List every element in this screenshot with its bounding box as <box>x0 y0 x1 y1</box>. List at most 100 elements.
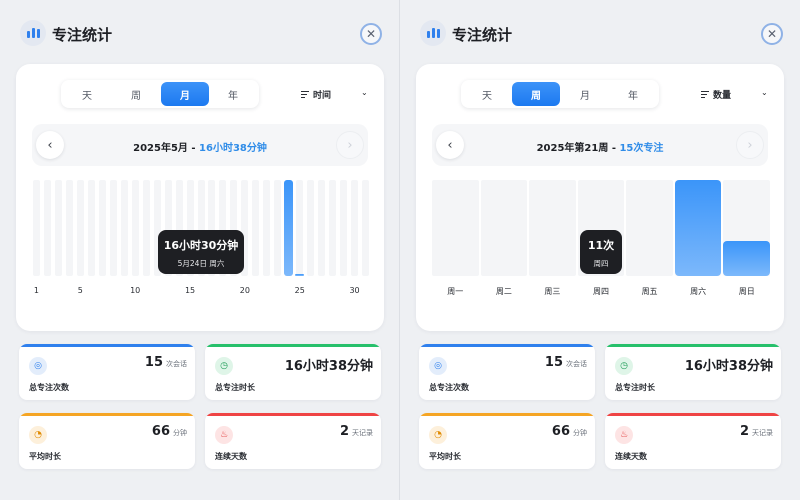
x-tick-label: 15 <box>184 286 196 295</box>
panel-title: 专注统计 <box>452 26 513 44</box>
day-bar[interactable] <box>295 274 305 276</box>
tab-month[interactable]: 月 <box>561 82 609 106</box>
chevron-right-icon: › <box>347 137 353 153</box>
day-column[interactable] <box>65 180 73 276</box>
weekday-column[interactable] <box>626 180 673 276</box>
next-period-button[interactable]: › <box>736 131 764 159</box>
x-tick-label: 周三 <box>544 287 561 296</box>
tooltip-date: 周四 <box>593 259 609 268</box>
x-tick-label: 周六 <box>690 287 707 296</box>
day-column[interactable] <box>120 180 128 276</box>
tab-week[interactable]: 周 <box>512 82 560 106</box>
day-column[interactable] <box>351 180 359 276</box>
tab-day[interactable]: 天 <box>463 82 511 106</box>
period-navigator: ‹ 2025年第21周 - 15次专注 › <box>432 124 768 166</box>
stat-card-average: ◔ 66 分钟 平均时长 <box>19 413 195 469</box>
bar-tooltip: 16小时30分钟 5月24日 周六 <box>158 230 244 274</box>
next-period-button[interactable]: › <box>336 131 364 159</box>
day-column[interactable] <box>329 180 337 276</box>
period-title: 2025年第21周 - 15次专注 <box>432 139 768 154</box>
tab-week[interactable]: 周 <box>112 82 160 106</box>
day-column[interactable] <box>109 180 117 276</box>
x-tick-label: 周二 <box>495 287 512 296</box>
period-label: 2025年5月 <box>133 143 188 154</box>
stat-card-average: ◔ 66 分钟 平均时长 <box>419 413 595 469</box>
tab-day[interactable]: 天 <box>63 82 111 106</box>
chevron-right-icon: › <box>747 137 753 153</box>
x-tick-label: 10 <box>130 286 141 295</box>
clock-icon: ◷ <box>215 357 233 375</box>
stat-value: 2 <box>339 424 349 439</box>
day-column[interactable] <box>263 180 271 276</box>
metric-label: 数量 <box>713 91 732 101</box>
day-column[interactable] <box>87 180 95 276</box>
close-button[interactable]: ✕ <box>360 23 382 45</box>
chart-card: 天 周 月 年 数量 ⌄ ‹ 2025年第21周 - 15次专注 › 周一 周二 周… <box>416 64 784 331</box>
tab-year[interactable]: 年 <box>609 82 657 106</box>
weekday-column[interactable] <box>432 180 479 276</box>
tab-month[interactable]: 月 <box>161 82 209 106</box>
x-tick-label: 周日 <box>738 287 755 296</box>
x-tick-label: 1 <box>33 286 40 295</box>
tooltip-date: 5月24日 周六 <box>177 259 225 268</box>
day-bar[interactable] <box>284 180 294 276</box>
day-column[interactable] <box>274 180 282 276</box>
stat-unit: 次会话 <box>566 360 587 368</box>
stat-label: 总专注次数 <box>29 383 69 392</box>
weekday-bar[interactable] <box>674 180 722 276</box>
metric-dropdown[interactable]: 时间 <box>301 88 331 101</box>
day-column[interactable] <box>362 180 370 276</box>
clock-icon: ◷ <box>615 357 633 375</box>
stat-value: 16小时38分钟 <box>684 359 773 374</box>
x-tick-label: 20 <box>239 286 250 295</box>
day-column[interactable] <box>98 180 106 276</box>
stat-label: 总专注时长 <box>615 383 655 392</box>
period-summary: 15次专注 <box>619 143 664 154</box>
chevron-down-icon[interactable]: ⌄ <box>361 88 368 97</box>
stat-unit: 分钟 <box>573 429 587 437</box>
panel-title: 专注统计 <box>52 26 113 44</box>
range-segmented-control: 天 周 月 年 <box>61 80 259 108</box>
sort-lines-icon <box>301 91 309 98</box>
stat-card-streak: ♨ 2 天记录 连续天数 <box>605 413 781 469</box>
day-column[interactable] <box>76 180 84 276</box>
day-column[interactable] <box>318 180 326 276</box>
stat-card-streak: ♨ 2 天记录 连续天数 <box>205 413 381 469</box>
range-segmented-control: 天 周 月 年 <box>461 80 659 108</box>
flame-icon: ♨ <box>615 426 633 444</box>
day-column[interactable] <box>131 180 139 276</box>
weekday-bar[interactable] <box>723 241 770 276</box>
stat-label: 平均时长 <box>29 452 61 461</box>
x-tick-label: 5 <box>77 286 83 295</box>
stat-value: 15 <box>144 355 163 370</box>
weekday-column[interactable] <box>480 180 528 276</box>
stat-label: 连续天数 <box>615 452 647 461</box>
stat-unit: 分钟 <box>173 429 187 437</box>
stat-unit: 次会话 <box>166 360 187 368</box>
chevron-down-icon[interactable]: ⌄ <box>761 88 768 97</box>
tab-year[interactable]: 年 <box>209 82 257 106</box>
weekday-column[interactable] <box>529 180 576 276</box>
day-column[interactable] <box>340 180 348 276</box>
day-column[interactable] <box>32 180 40 276</box>
stat-value: 66 <box>551 424 570 439</box>
x-tick-label: 30 <box>349 286 360 295</box>
day-column[interactable] <box>142 180 150 276</box>
bar-tooltip: 11次 周四 <box>580 230 622 274</box>
stat-label: 平均时长 <box>429 452 461 461</box>
stat-card-duration: ◷ 16小时38分钟 总专注时长 <box>205 344 381 400</box>
period-separator: - <box>191 143 196 154</box>
day-column[interactable] <box>54 180 62 276</box>
metric-dropdown[interactable]: 数量 <box>701 88 731 101</box>
close-icon: ✕ <box>365 27 377 41</box>
day-column[interactable] <box>296 180 304 276</box>
period-navigator: ‹ 2025年5月 - 16小时38分钟 › <box>32 124 368 166</box>
day-column[interactable] <box>307 180 315 276</box>
period-separator: - <box>611 143 616 154</box>
stat-card-sessions: ◎ 15 次会话 总专注次数 <box>419 344 595 400</box>
close-button[interactable]: ✕ <box>761 23 783 45</box>
stat-value: 2 <box>739 424 749 439</box>
focus-stats-panel-month: 专注统计 ✕ 天 周 月 年 时间 ⌄ ‹ 2025年5月 - 16小时38分钟… <box>0 0 400 500</box>
day-column[interactable] <box>252 180 260 276</box>
day-column[interactable] <box>43 180 51 276</box>
